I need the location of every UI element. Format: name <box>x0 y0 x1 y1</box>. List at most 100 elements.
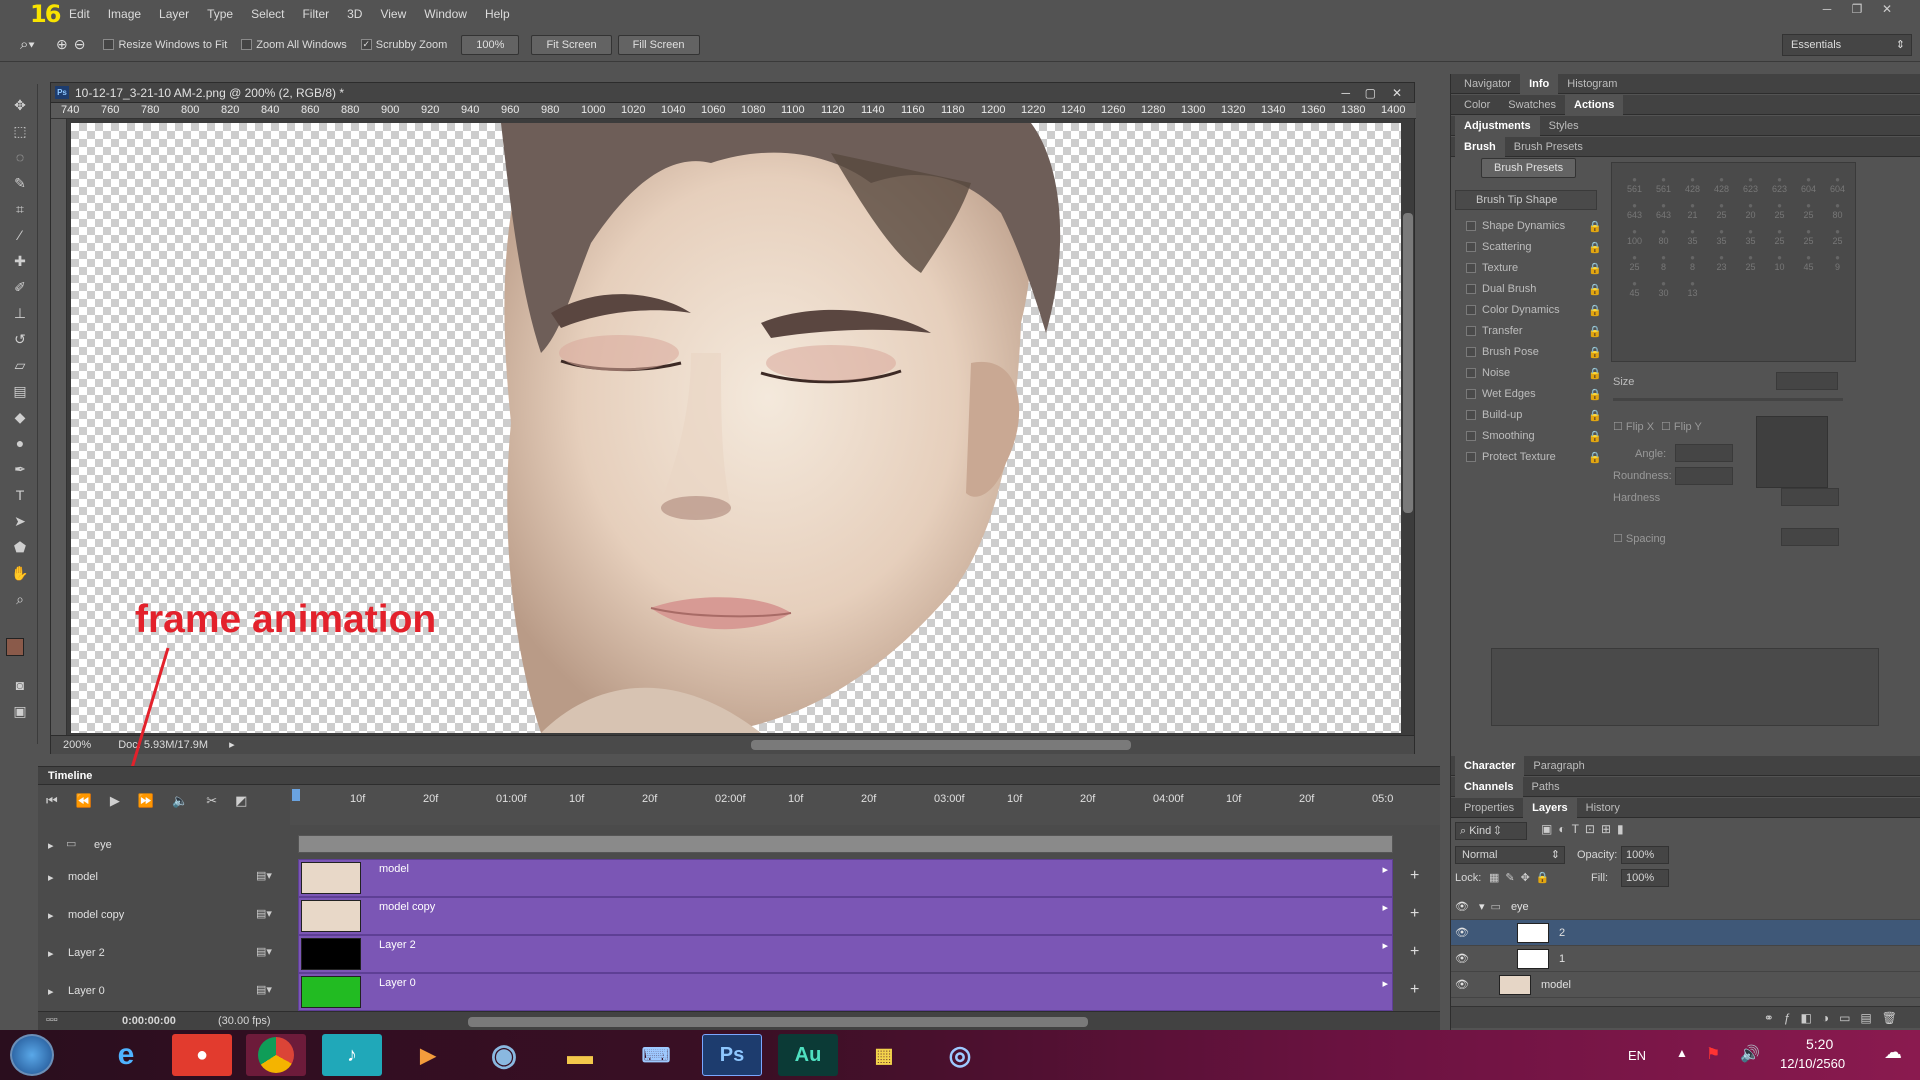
vertical-scrollbar[interactable] <box>1403 213 1413 513</box>
brush-tip[interactable]: ● 8 <box>1678 253 1707 279</box>
brush-tip[interactable]: ● 25 <box>1707 201 1736 227</box>
horizontal-scrollbar[interactable] <box>751 740 1131 750</box>
add-media-icon[interactable]: + <box>1410 867 1419 885</box>
clock-date[interactable]: 12/10/2560 <box>1780 1056 1845 1071</box>
eye-visibility-icon[interactable]: 👁 <box>1451 900 1473 913</box>
doc-maximize-icon[interactable]: ▢ <box>1365 83 1376 103</box>
brush-option-checkbox[interactable] <box>1466 221 1476 231</box>
brush-option[interactable]: Transfer 🔒 <box>1466 321 1606 341</box>
music-app-icon[interactable]: ♪ <box>322 1034 382 1076</box>
file-explorer-icon[interactable]: ▬ <box>550 1034 610 1076</box>
expand-arrow-icon[interactable]: ▸ <box>48 947 54 960</box>
brush-tip[interactable]: ● 604 <box>1794 175 1823 201</box>
hardness-field[interactable] <box>1781 488 1839 506</box>
brush-tip[interactable]: ● 643 <box>1620 201 1649 227</box>
brush-tip[interactable]: ● 20 <box>1736 201 1765 227</box>
brush-option[interactable]: Build-up 🔒 <box>1466 405 1606 425</box>
blend-mode-select[interactable]: Normal ⇕ <box>1455 846 1565 864</box>
angle-field[interactable] <box>1675 444 1733 462</box>
tab-swatches[interactable]: Swatches <box>1499 95 1565 115</box>
brush-option[interactable]: Dual Brush 🔒 <box>1466 279 1606 299</box>
size-slider[interactable] <box>1613 398 1843 401</box>
tab-navigator[interactable]: Navigator <box>1455 74 1520 94</box>
brush-option-checkbox[interactable] <box>1466 242 1476 252</box>
brush-tip[interactable]: ● 561 <box>1620 175 1649 201</box>
timeline-layer-row[interactable]: ▸ model copy ▤▾ model copy ▸ + <box>38 897 1440 937</box>
brush-tip[interactable]: ● 561 <box>1649 175 1678 201</box>
next-frame-icon[interactable]: ⏩ <box>138 793 154 809</box>
film-strip-icon[interactable]: ▤▾ <box>256 945 272 958</box>
app-icon-red[interactable]: ● <box>172 1034 232 1076</box>
brush-option-checkbox[interactable] <box>1466 410 1476 420</box>
zoom-all-windows-checkbox[interactable]: Zoom All Windows <box>241 39 347 51</box>
brush-tip[interactable]: ● 30 <box>1649 279 1678 305</box>
doc-close-icon[interactable]: ✕ <box>1392 83 1402 103</box>
brush-presets-button[interactable]: Brush Presets <box>1481 158 1577 178</box>
tab-paths[interactable]: Paths <box>1523 777 1569 797</box>
app-close-icon[interactable]: ✕ <box>1876 2 1898 18</box>
audio-icon[interactable]: 🔈 <box>172 793 188 809</box>
spacing-field[interactable] <box>1781 528 1839 546</box>
group-bar[interactable] <box>298 835 1393 853</box>
clip-menu-icon[interactable]: ▸ <box>1382 863 1388 876</box>
chrome-icon[interactable] <box>246 1034 306 1076</box>
tab-paragraph[interactable]: Paragraph <box>1524 756 1593 776</box>
timeline-ruler[interactable]: 10f 20f 01:00f 10f 20f 02:00f 10f 20f 03:00f 10f 2… <box>290 785 1440 825</box>
app-restore-icon[interactable]: ❐ <box>1846 2 1868 18</box>
lock-icon[interactable]: 🔒 <box>1588 388 1602 401</box>
layer-filter-icons[interactable]: ▣◐T⊡⊞▮ <box>1541 822 1630 836</box>
opacity-field[interactable]: 100% <box>1621 846 1669 864</box>
scrubby-zoom-checkbox[interactable]: ✓ Scrubby Zoom <box>360 39 447 51</box>
menu-filter[interactable]: Filter <box>293 7 338 21</box>
brush-tip[interactable]: ● 25 <box>1823 227 1852 253</box>
brush-option[interactable]: Smoothing 🔒 <box>1466 426 1606 446</box>
lock-icon[interactable]: 🔒 <box>1588 283 1602 296</box>
add-media-icon[interactable]: + <box>1410 943 1419 961</box>
media-player-icon[interactable]: ▶ <box>398 1034 458 1076</box>
lock-icon[interactable]: 🔒 <box>1588 451 1602 464</box>
tab-info[interactable]: Info <box>1520 73 1559 94</box>
document-title-bar[interactable]: Ps 10-12-17_3-21-10 AM-2.png @ 200% (2, … <box>51 83 1414 103</box>
lock-icon[interactable]: 🔒 <box>1588 367 1602 380</box>
lock-icon[interactable]: 🔒 <box>1588 430 1602 443</box>
tab-adjustments[interactable]: Adjustments <box>1455 115 1540 136</box>
expand-arrow-icon[interactable]: ▸ <box>48 871 54 884</box>
add-media-icon[interactable]: + <box>1410 905 1419 923</box>
clip-bar[interactable]: model copy ▸ <box>298 897 1393 935</box>
film-strip-icon[interactable]: ▤▾ <box>256 869 272 882</box>
brush-tip[interactable]: ● 13 <box>1678 279 1707 305</box>
keyboard-app-icon[interactable]: ⌨ <box>626 1034 686 1076</box>
tab-brush[interactable]: Brush <box>1455 136 1505 157</box>
brush-option-checkbox[interactable] <box>1466 326 1476 336</box>
layer-row[interactable]: 👁 model <box>1451 972 1920 998</box>
brush-option[interactable]: Noise 🔒 <box>1466 363 1606 383</box>
menu-view[interactable]: View <box>371 7 415 21</box>
clip-menu-icon[interactable]: ▸ <box>1382 977 1388 990</box>
current-time[interactable]: 0:00:00:00 <box>122 1015 176 1027</box>
brush-tip[interactable]: ● 25 <box>1794 201 1823 227</box>
utility-app-icon[interactable]: ▦ <box>854 1034 914 1076</box>
fill-field[interactable]: 100% <box>1621 869 1669 887</box>
timeline-layer-row[interactable]: ▸ model ▤▾ model ▸ + <box>38 859 1440 899</box>
brush-option[interactable]: Scattering 🔒 <box>1466 237 1606 257</box>
lock-icon[interactable]: 🔒 <box>1588 304 1602 317</box>
brush-option-checkbox[interactable] <box>1466 368 1476 378</box>
first-frame-icon[interactable]: ⏮ <box>46 793 58 809</box>
brush-tip[interactable]: ● 643 <box>1649 201 1678 227</box>
film-strip-icon[interactable]: ▤▾ <box>256 983 272 996</box>
flip-y-checkbox[interactable]: ☐ Flip Y <box>1661 420 1702 433</box>
prev-frame-icon[interactable]: ⏪ <box>76 793 92 809</box>
brush-option-checkbox[interactable] <box>1466 305 1476 315</box>
brush-tip[interactable]: ● 80 <box>1649 227 1678 253</box>
eye-visibility-icon[interactable]: 👁 <box>1451 952 1473 965</box>
brush-tip[interactable]: ● 604 <box>1823 175 1852 201</box>
brush-tip-shape[interactable]: Brush Tip Shape <box>1455 190 1597 210</box>
start-button[interactable] <box>10 1034 54 1076</box>
brush-tip[interactable]: ● 428 <box>1707 175 1736 201</box>
brush-tip[interactable]: ● 35 <box>1678 227 1707 253</box>
brush-tip[interactable]: ● 428 <box>1678 175 1707 201</box>
tray-up-icon[interactable]: ▲ <box>1676 1046 1688 1060</box>
tab-actions[interactable]: Actions <box>1565 94 1624 115</box>
menu-window[interactable]: Window <box>415 7 476 21</box>
expand-arrow-icon[interactable]: ▸ <box>48 985 54 998</box>
